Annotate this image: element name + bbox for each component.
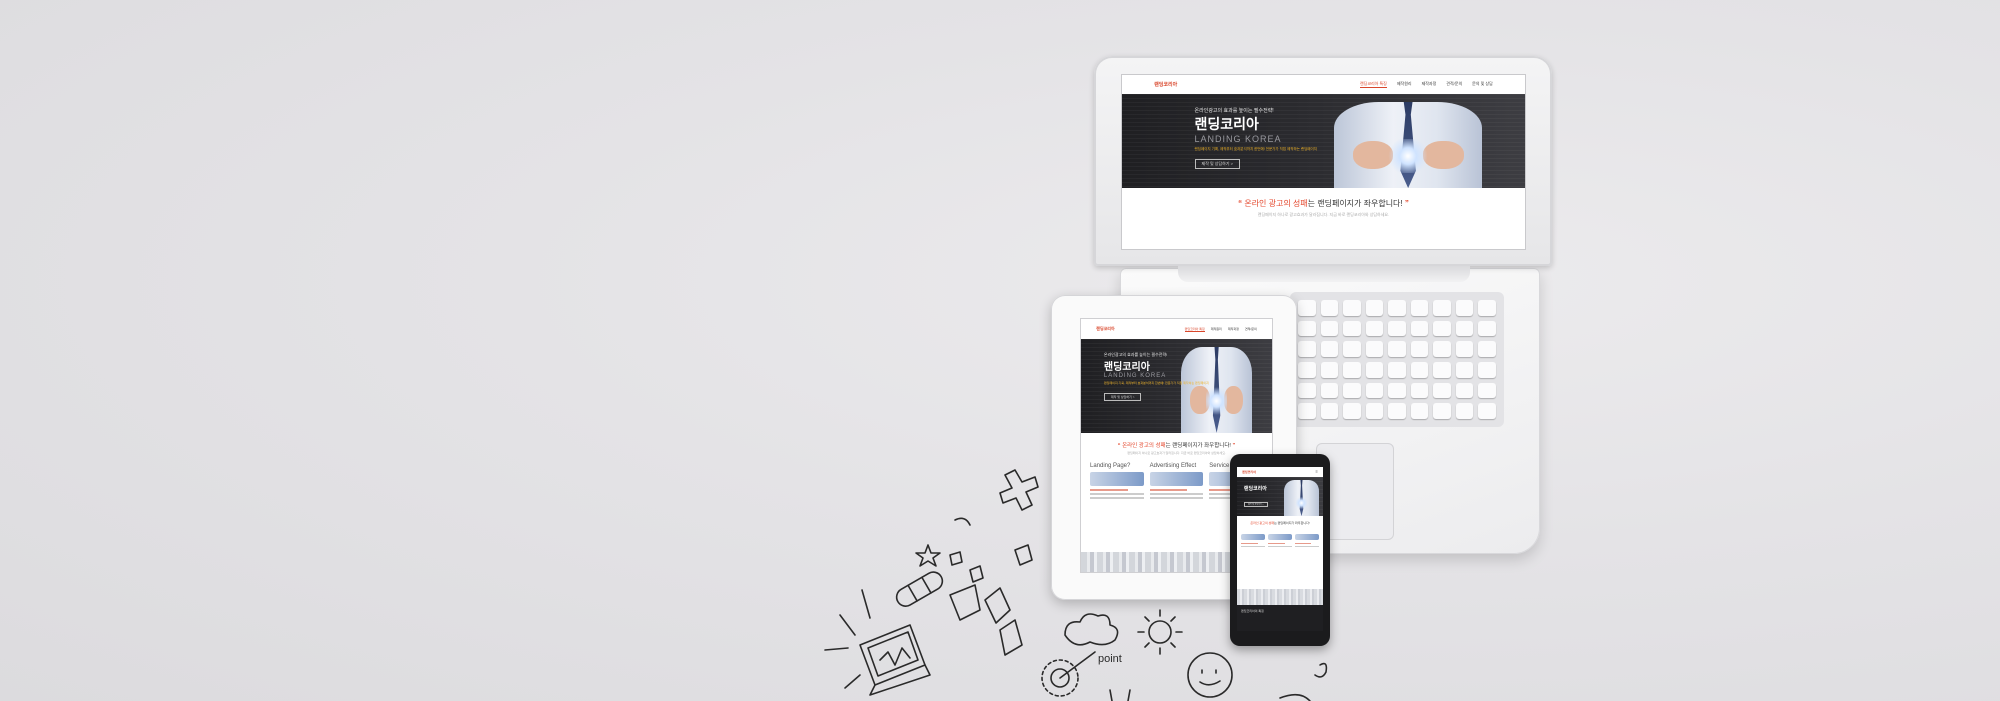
plus-doodle-icon xyxy=(999,469,1039,511)
feature-image xyxy=(1089,472,1144,487)
consult-button[interactable]: 제작 및 상담하기 > xyxy=(1243,501,1268,507)
site-logo[interactable]: 랜딩코리아 xyxy=(1154,81,1177,88)
feature-item[interactable] xyxy=(1241,531,1266,549)
point-label: point xyxy=(1098,653,1122,665)
scene: point 랜딩코리아 랜딩코리아 특징 제작원리 제작과정 견적/문의 문의 … xyxy=(0,0,2000,701)
city-skyline-image xyxy=(1237,589,1323,605)
businessman-image xyxy=(1315,94,1500,189)
smiley-doodle-icon xyxy=(1187,652,1233,698)
tagline: “ 온라인 광고의 성패는 랜딩페이지가 좌우합니다! ” xyxy=(1238,199,1409,209)
menu-item-estimate[interactable]: 견적/문의 xyxy=(1245,327,1257,332)
businessman-image xyxy=(1280,477,1323,517)
hero-kicker: 온라인광고의 효과를 높이는 필수전략! xyxy=(1194,108,1274,115)
feature-item[interactable]: Advertising Effect xyxy=(1149,463,1204,501)
site-nav: 랜딩코리아 랜딩코리아 특징 제작원리 제작과정 견적/문의 xyxy=(1081,319,1272,340)
hero-subtitle: LANDING KOREA xyxy=(1194,134,1282,145)
hero-banner: 랜딩코리아 제작 및 상담하기 > xyxy=(1237,476,1323,517)
site-nav: 랜딩코리아 랜딩코리아 특징 제작원리 제작과정 견적/문의 문의 및 상담 xyxy=(1122,75,1525,95)
consult-button[interactable]: 제작 및 상담하기 > xyxy=(1194,159,1240,170)
laptop-hinge xyxy=(1178,266,1470,282)
hero-banner: 온라인광고의 효과를 높이는 필수전략! 랜딩코리아 LANDING KOREA… xyxy=(1081,339,1272,433)
menu-item-contact[interactable]: 문의 및 상담 xyxy=(1472,81,1493,88)
tagline: “ 온라인 광고의 성패는 랜딩페이지가 좌우합니다! ” xyxy=(1117,442,1236,449)
hero-description: 랜딩페이지 기획, 제작부터 효과분석까지 한번에! 전문가가 직접 제작하는 … xyxy=(1194,147,1317,152)
feature-item[interactable] xyxy=(1294,531,1319,549)
hero-banner: 온라인광고의 효과를 높이는 필수전략! 랜딩코리아 LANDING KOREA… xyxy=(1122,94,1525,189)
menu-item-principle[interactable]: 제작원리 xyxy=(1397,81,1412,88)
menu-item-principle[interactable]: 제작원리 xyxy=(1211,327,1222,332)
menu-item-process[interactable]: 제작과정 xyxy=(1422,81,1437,88)
site-menu: 랜딩코리아 특징 제작원리 제작과정 견적/문의 문의 및 상담 xyxy=(1359,81,1493,89)
menu-item-features[interactable]: 랜딩코리아 특징 xyxy=(1359,81,1387,89)
site-menu: 랜딩코리아 특징 제작원리 제작과정 견적/문의 xyxy=(1184,327,1257,332)
lightbulb-glow-icon xyxy=(1296,495,1307,510)
site-logo[interactable]: 랜딩코리아 xyxy=(1096,326,1114,332)
laptop-doodle-icon xyxy=(859,624,931,696)
site-nav: 랜딩코리아 ≡ xyxy=(1237,467,1323,477)
feature-item[interactable] xyxy=(1267,531,1292,549)
sun-doodle-icon xyxy=(1137,609,1183,655)
menu-icon[interactable]: ≡ xyxy=(1316,469,1318,474)
hero-description: 랜딩페이지 기획, 제작부터 효과분석까지 한번에! 전문가가 직접 제작하는 … xyxy=(1103,381,1209,386)
bandage-doodle-icon xyxy=(895,571,944,607)
phone-screen: 랜딩코리아 ≡ 랜딩코리아 제작 및 상담하기 > 온라인 광고의 성패는 랜딩… xyxy=(1237,467,1323,631)
lightbulb-glow-icon xyxy=(1206,384,1228,418)
target-doodle-icon xyxy=(1041,651,1096,697)
hero-title: 랜딩코리아 xyxy=(1243,485,1267,492)
lightbulb-glow-icon xyxy=(1385,139,1431,174)
feature-image xyxy=(1149,472,1204,487)
hero-title: 랜딩코리아 xyxy=(1194,116,1259,133)
feature-item[interactable]: Landing Page? xyxy=(1089,463,1144,501)
menu-item-estimate[interactable]: 견적/문의 xyxy=(1446,81,1462,88)
consult-button[interactable]: 제작 및 상담하기 > xyxy=(1103,393,1142,402)
phone-footer: 랜딩코리아의 특징 xyxy=(1237,605,1323,631)
hero-title: 랜딩코리아 xyxy=(1103,362,1150,374)
laptop-keyboard xyxy=(1290,292,1504,427)
site-logo[interactable]: 랜딩코리아 xyxy=(1242,470,1256,474)
tagline-sub: 랜딩페이지 하나로 광고효과가 달라집니다. 지금 바로 랜딩코리아와 상담하세… xyxy=(1257,212,1390,218)
star-doodle-icon xyxy=(915,544,941,567)
hero-subtitle: LANDING KOREA xyxy=(1103,373,1167,380)
menu-item-features[interactable]: 랜딩코리아 특징 xyxy=(1184,327,1205,332)
laptop-screen: 랜딩코리아 랜딩코리아 특징 제작원리 제작과정 견적/문의 문의 및 상담 온… xyxy=(1121,74,1526,250)
menu-item-process[interactable]: 제작과정 xyxy=(1228,327,1239,332)
footer-label: 랜딩코리아의 특징 xyxy=(1241,609,1264,613)
cloud-doodle-icon xyxy=(1064,613,1119,646)
feature-list xyxy=(1237,525,1323,549)
